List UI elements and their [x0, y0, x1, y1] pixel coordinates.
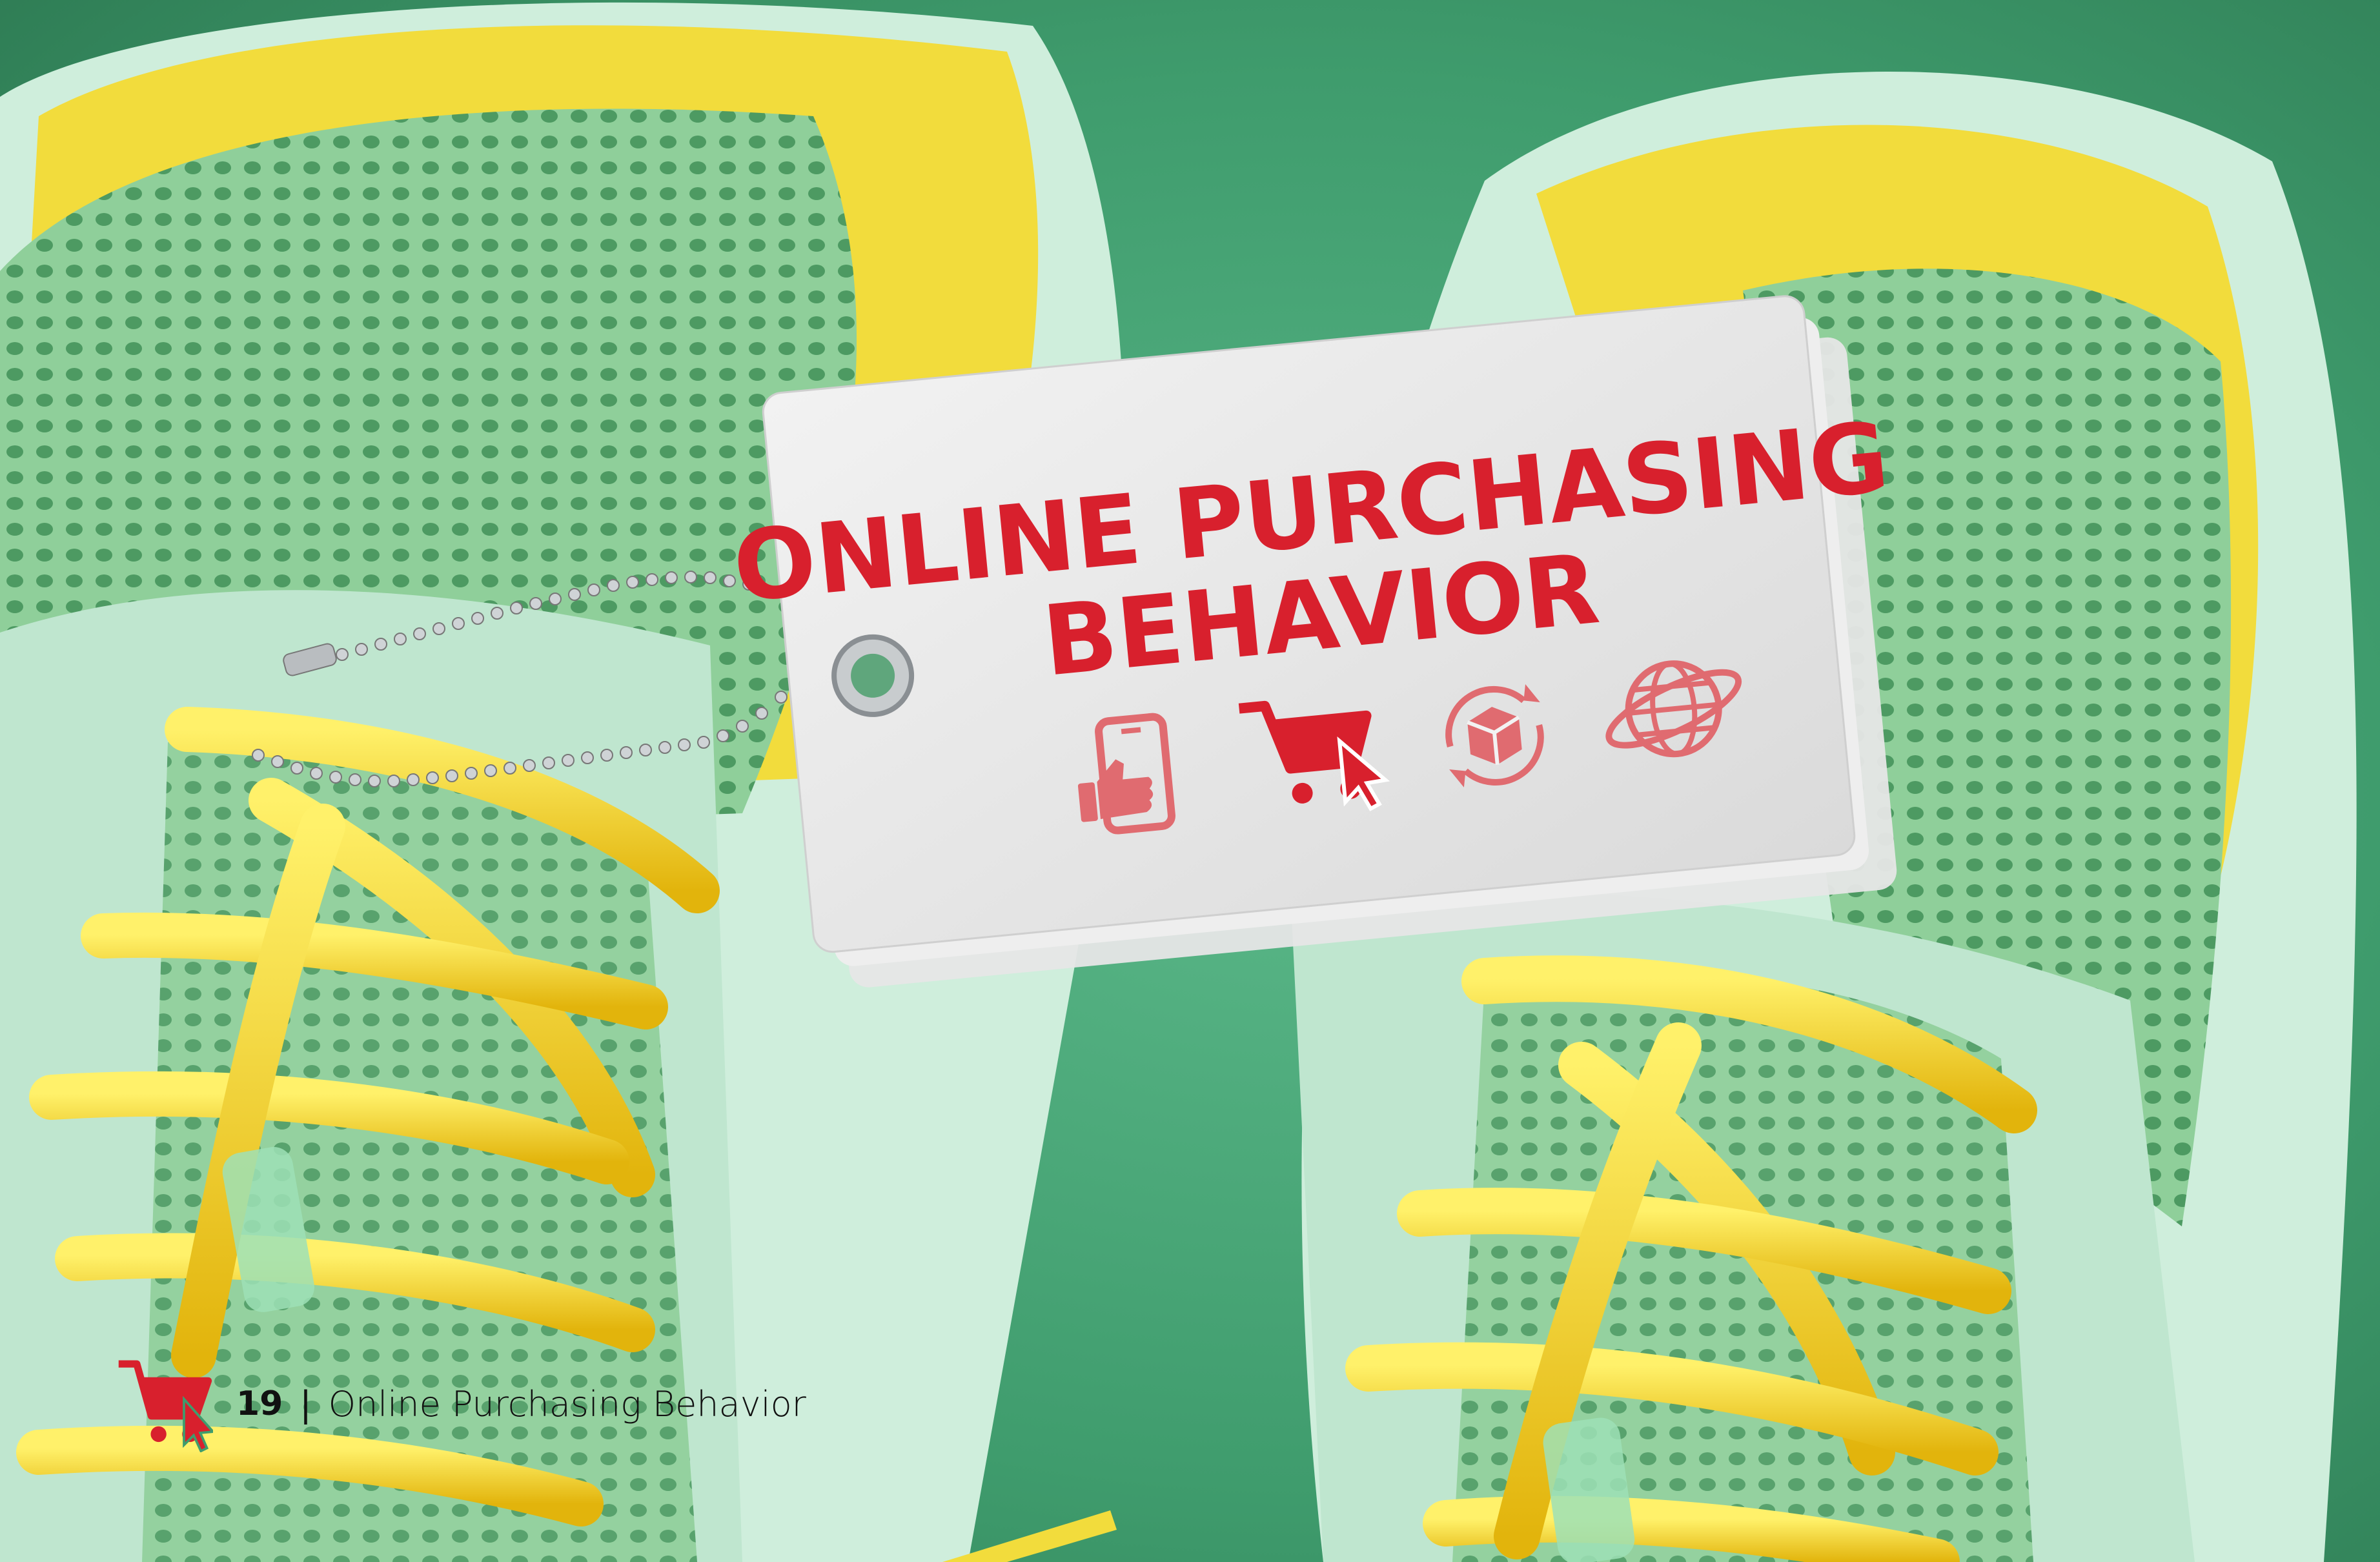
footer-separator: |: [300, 1383, 312, 1425]
price-tag: ONLINE PURCHASING BEHAVIOR: [729, 295, 1897, 988]
page-footer: 19 | Online Purchasing Behavior: [116, 1352, 806, 1456]
page-number: 19: [236, 1384, 283, 1423]
running-title: Online Purchasing Behavior: [328, 1383, 806, 1425]
sneakers-photo: ONLINE PURCHASING BEHAVIOR: [0, 0, 2380, 1562]
shopping-cart-cursor-icon: [118, 1360, 213, 1452]
